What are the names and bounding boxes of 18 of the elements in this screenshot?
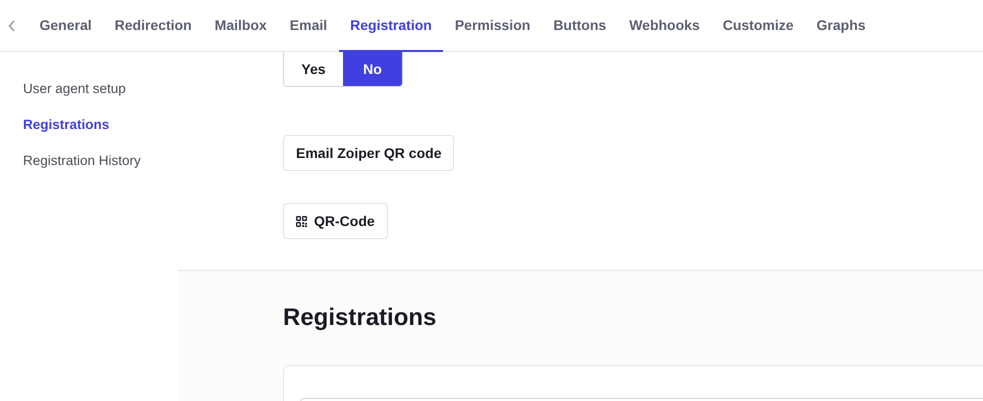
tab[interactable]: Redirection [103,0,204,52]
qr-code-button[interactable]: QR-Code [283,203,388,239]
section-title: Registrations [283,303,438,333]
tab[interactable]: Graphs [805,0,878,52]
tab[interactable]: Permission [443,0,542,52]
sidebar-item[interactable]: Registration History [23,152,178,170]
tab[interactable]: General [28,0,104,52]
tab[interactable]: Webhooks [618,0,712,52]
toggle-option[interactable]: No [343,52,402,86]
tab[interactable]: Mailbox [203,0,278,52]
email-qr-button[interactable]: Email Zoiper QR code [283,135,454,171]
tab[interactable]: Buttons [542,0,618,52]
sidebar-item[interactable]: Registrations [23,116,178,134]
back-icon[interactable] [8,20,16,32]
tab[interactable]: Email [278,0,339,52]
sidebar-item[interactable]: User agent setup [23,80,178,98]
tab[interactable]: Customize [711,0,806,52]
qr-code-icon [296,216,307,226]
